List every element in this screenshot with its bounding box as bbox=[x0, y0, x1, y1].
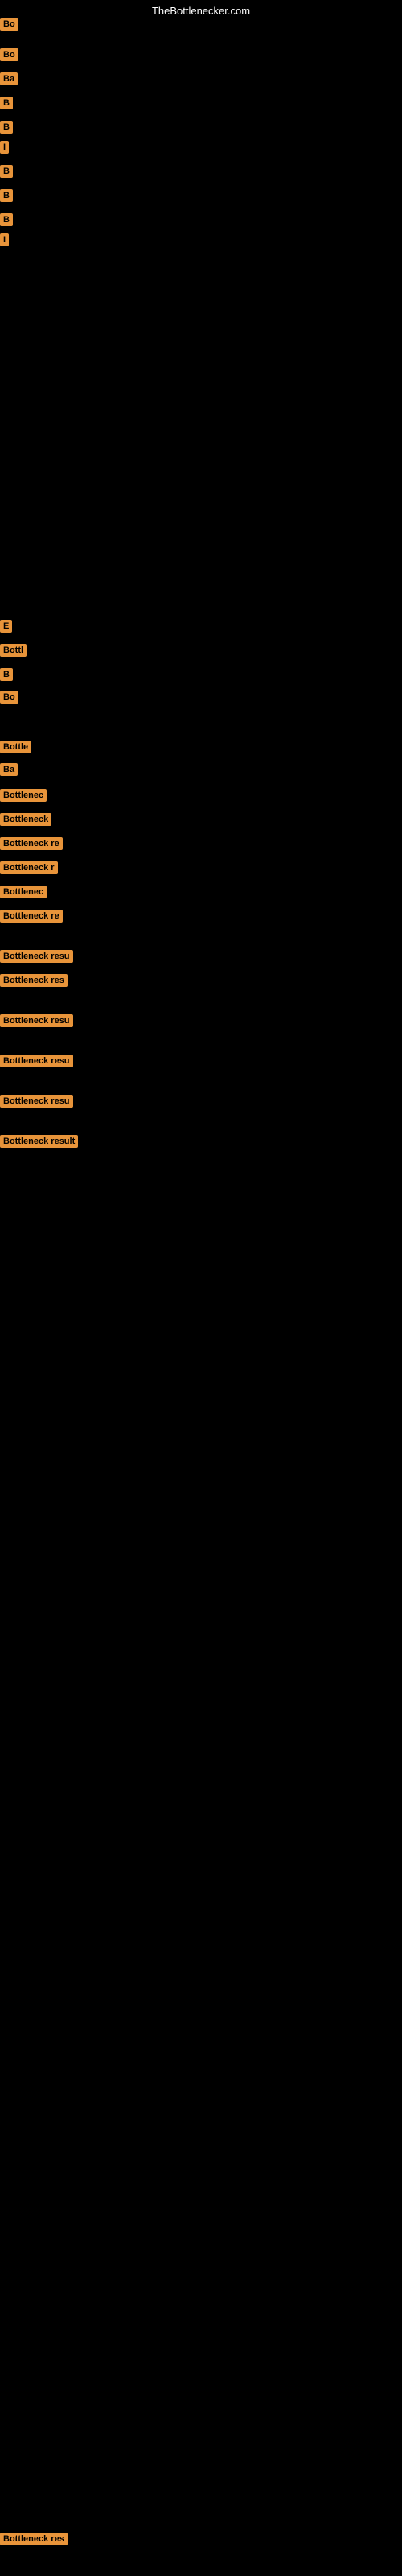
badge-b16: Ba bbox=[0, 763, 18, 776]
badge-b12: Bottl bbox=[0, 644, 27, 657]
badge-b13: B bbox=[0, 668, 13, 681]
badge-b7: B bbox=[0, 165, 13, 178]
badge-b10: I bbox=[0, 233, 9, 246]
badge-b25: Bottleneck resu bbox=[0, 1014, 73, 1027]
badge-b14: Bo bbox=[0, 691, 18, 704]
badge-b29: Bottleneck res bbox=[0, 2533, 68, 2545]
badge-b19: Bottleneck re bbox=[0, 837, 63, 850]
site-title: TheBottlenecker.com bbox=[152, 5, 250, 17]
badge-b23: Bottleneck resu bbox=[0, 950, 73, 963]
badge-b26: Bottleneck resu bbox=[0, 1055, 73, 1067]
badge-b18: Bottleneck bbox=[0, 813, 51, 826]
badge-b22: Bottleneck re bbox=[0, 910, 63, 923]
badge-b27: Bottleneck resu bbox=[0, 1095, 73, 1108]
badge-b24: Bottleneck res bbox=[0, 974, 68, 987]
badge-b9: B bbox=[0, 213, 13, 226]
badge-b3: Ba bbox=[0, 72, 18, 85]
badge-b20: Bottleneck r bbox=[0, 861, 58, 874]
badge-b4: B bbox=[0, 97, 13, 109]
badge-b21: Bottlenec bbox=[0, 886, 47, 898]
badge-b17: Bottlenec bbox=[0, 789, 47, 802]
badge-b6: I bbox=[0, 141, 9, 154]
badge-b15: Bottle bbox=[0, 741, 31, 753]
badge-b5: B bbox=[0, 121, 13, 134]
badge-b1: Bo bbox=[0, 18, 18, 31]
badge-b11: E bbox=[0, 620, 12, 633]
badge-b28: Bottleneck result bbox=[0, 1135, 78, 1148]
badge-b2: Bo bbox=[0, 48, 18, 61]
badge-b8: B bbox=[0, 189, 13, 202]
